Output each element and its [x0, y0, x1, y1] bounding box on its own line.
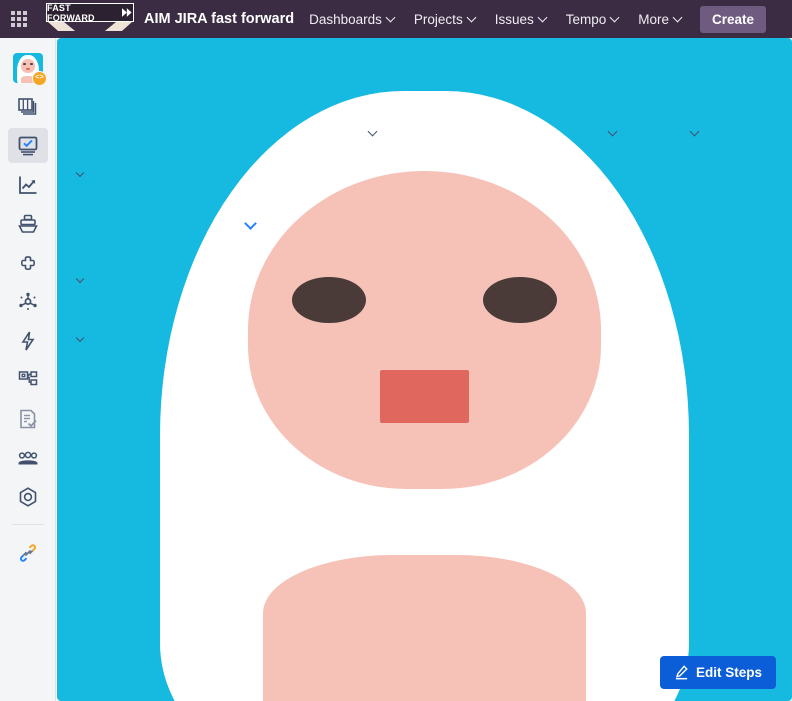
chevron-down-icon: [468, 13, 477, 22]
nav-brand[interactable]: AIM JIRA fast forward: [144, 11, 294, 27]
edit-steps-button[interactable]: Edit Steps: [659, 656, 776, 689]
nav-item-dashboards[interactable]: Dashboards: [300, 0, 405, 38]
sidebar-item-tests[interactable]: [0, 126, 56, 165]
hexagon-target-icon: [19, 486, 37, 507]
priority-low-icon: [245, 217, 258, 230]
sidebar-item-power-actions[interactable]: [0, 321, 56, 360]
nav-item-issues[interactable]: Issues: [486, 0, 557, 38]
sidebar-item-add-ons[interactable]: [0, 243, 56, 282]
chart-line-icon: [19, 176, 37, 194]
sidebar-item-releases[interactable]: [0, 204, 56, 243]
sidebar-item-boards[interactable]: [0, 87, 56, 126]
chevron-down-icon: [674, 13, 683, 22]
network-node-icon: [19, 292, 37, 310]
people-group-icon: [18, 451, 38, 464]
chevron-down-icon: [611, 13, 620, 22]
nav-item-label: More: [638, 11, 670, 27]
create-button[interactable]: Create: [700, 5, 767, 33]
nav-item-more[interactable]: More: [629, 0, 692, 38]
user-avatar-code-icon: <>: [13, 52, 47, 86]
issue-header: Demo Xray Tests Project / DXTP-109 Login…: [57, 38, 792, 701]
yeti-character-avatar: [57, 38, 792, 701]
logo-text: FAST FORWARD: [47, 2, 95, 23]
logo-banner: FAST FORWARD: [46, 2, 134, 23]
nav-item-label: Tempo: [565, 11, 607, 27]
sidebar-item-checklists[interactable]: [0, 399, 56, 438]
sidebar-item-links[interactable]: [0, 533, 56, 572]
avatar: [57, 38, 792, 701]
fast-forward-icon: [122, 8, 133, 17]
nav-item-tempo[interactable]: Tempo: [557, 0, 630, 38]
sitemap-icon: [18, 370, 38, 385]
puzzle-piece-icon: [21, 255, 35, 270]
nav-item-projects[interactable]: Projects: [405, 0, 486, 38]
chevron-down-icon: [539, 13, 548, 22]
sidebar-item-people[interactable]: [0, 438, 56, 477]
sidebar-item-reports[interactable]: [0, 165, 56, 204]
chevron-down-icon: [387, 13, 396, 22]
sidebar-divider: [11, 524, 44, 525]
sidebar-item-hierarchy[interactable]: [0, 360, 56, 399]
nav-item-label: Issues: [494, 11, 534, 27]
nav-item-label: Dashboards: [309, 11, 382, 27]
main-content: Demo Xray Tests Project / DXTP-109 Login…: [57, 38, 792, 701]
chevron-down-icon: [609, 127, 618, 136]
grid-apps-icon: [11, 11, 27, 27]
sidebar-item-profile-avatar[interactable]: <>: [0, 48, 56, 87]
code-badge-icon: <>: [32, 70, 47, 86]
chain-link-icon: [19, 543, 37, 562]
chevron-down-icon: [369, 127, 378, 136]
app-switcher-button[interactable]: [0, 0, 38, 38]
nav-item-label: Projects: [413, 11, 463, 27]
chevron-down-icon: [691, 127, 700, 136]
lightning-bolt-icon: [21, 331, 35, 350]
top-navigation-bar: FAST FORWARD AIM JIRA fast forward Dashb…: [0, 0, 792, 38]
pencil-edit-icon: [675, 665, 688, 680]
sidebar-item-automation[interactable]: [0, 282, 56, 321]
sidebar-item-settings[interactable]: [0, 477, 56, 516]
edit-steps-label: Edit Steps: [695, 665, 762, 680]
left-sidebar: <>: [0, 38, 56, 701]
document-check-icon: [20, 409, 37, 428]
ship-rocket-icon: [18, 214, 38, 233]
test-checklist-icon: [18, 136, 38, 155]
fast-forward-logo[interactable]: FAST FORWARD: [44, 0, 136, 38]
columns-board-icon: [18, 97, 37, 115]
